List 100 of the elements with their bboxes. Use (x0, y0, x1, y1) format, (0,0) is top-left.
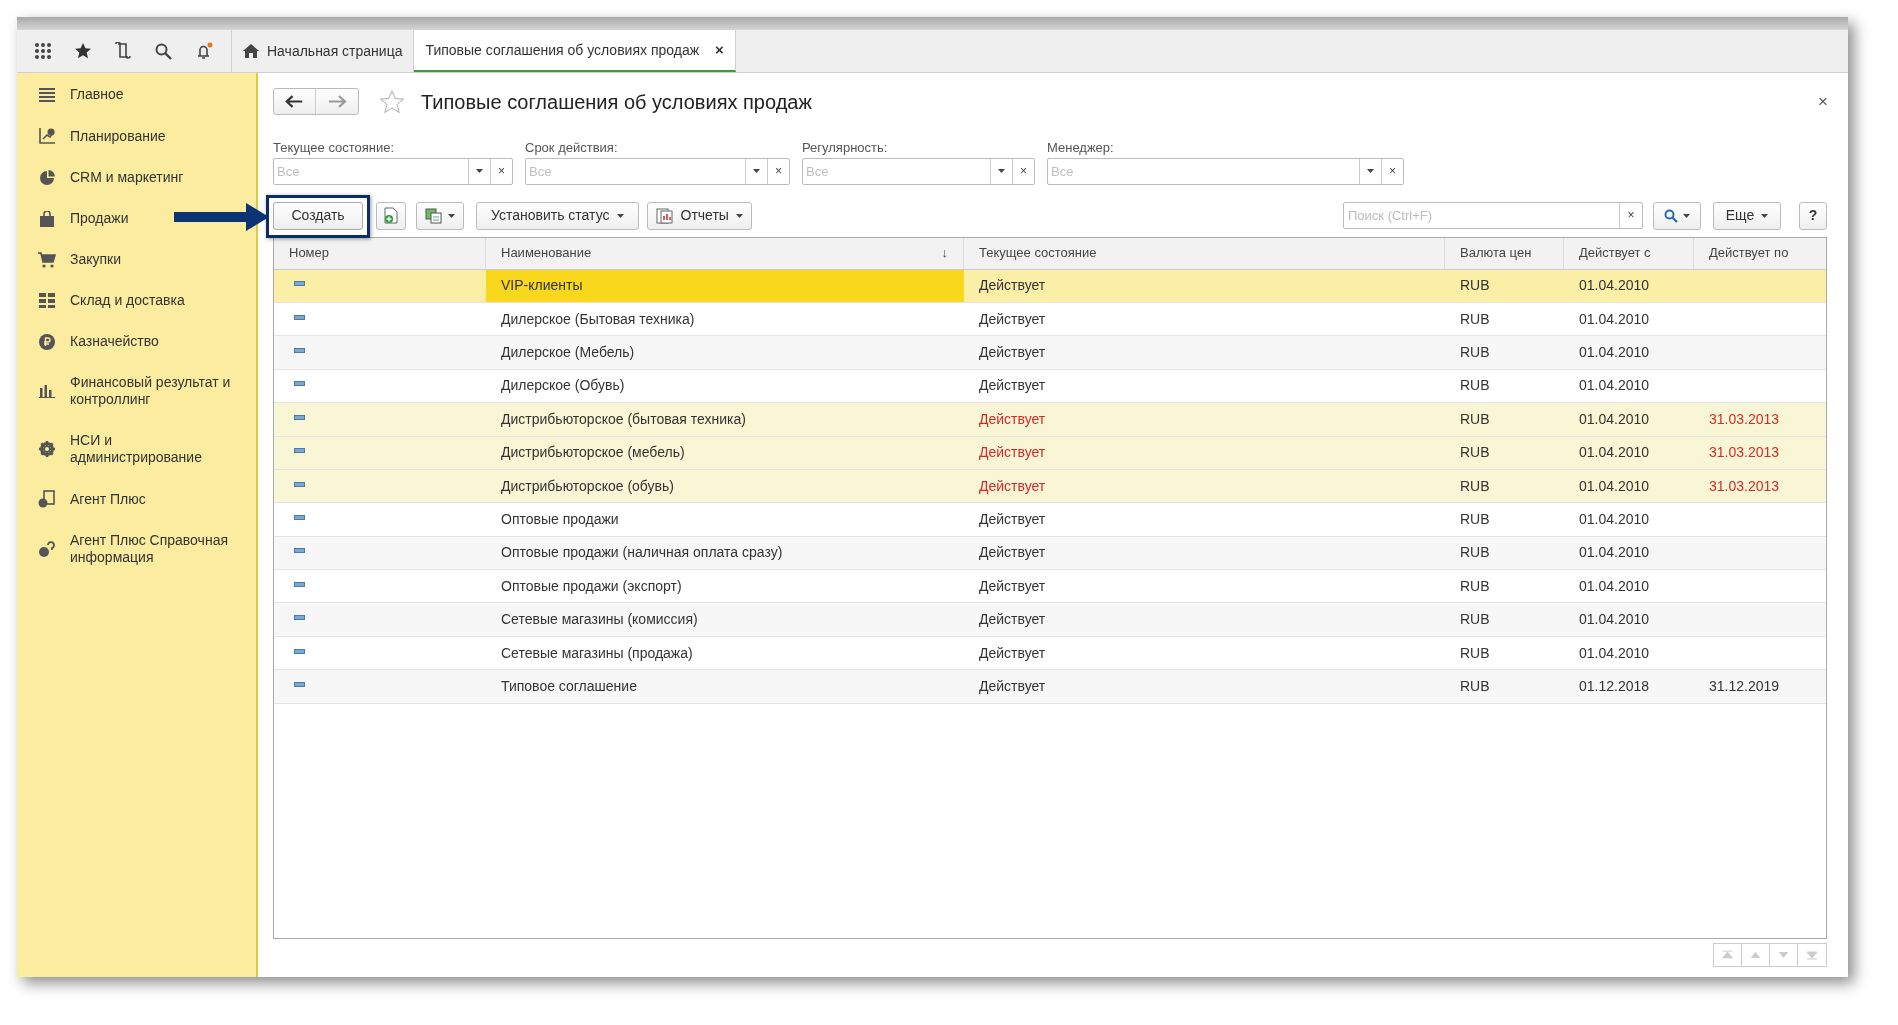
item-icon (294, 414, 305, 420)
history-icon[interactable] (115, 42, 132, 60)
table-row[interactable]: Оптовые продажи (наличная оплата сразу) Действует RUB 01.04.2010 (274, 536, 1826, 571)
report-icon (655, 207, 674, 224)
sidebar-item[interactable]: Продажи (17, 198, 133, 239)
copy-button[interactable] (416, 201, 464, 230)
grid-icon (39, 292, 55, 309)
caret-icon (753, 169, 760, 174)
table-cell-text: 31.03.2013 (1709, 443, 1780, 463)
table-cell-text: Действует (979, 610, 1046, 630)
filter-label: Регулярность: (802, 139, 889, 157)
table-cell-text: Дилерское (Бытовая техника) (501, 309, 695, 329)
table-row[interactable]: Дистрибьюторское (обувь) Действует RUB 01.04.2010 31.03.2013 (274, 469, 1826, 504)
sidebar-item[interactable]: Финансовый результат и контроллинг (17, 362, 246, 420)
sidebar-item[interactable]: Склад и доставка (17, 280, 189, 321)
bell-icon[interactable] (195, 42, 214, 60)
help-button[interactable]: ? (1799, 201, 1827, 230)
more-button[interactable]: Еще (1713, 201, 1781, 230)
cart-icon (38, 251, 56, 268)
filter-field[interactable]: Все × (273, 158, 513, 185)
table-row[interactable]: Дилерское (Мебель) Действует RUB 01.04.2010 (274, 336, 1826, 370)
table-cell-text: Дилерское (Мебель) (501, 343, 635, 363)
table-cell-text: RUB (1460, 309, 1490, 329)
tab[interactable]: Типовые соглашения об условиях продаж × (414, 30, 736, 72)
column-header[interactable]: Текущее состояние (964, 237, 1445, 269)
table-row[interactable]: Сетевые магазины (комиссия) Действует RUB 01.04.2010 (274, 603, 1826, 637)
table-cell-text: Оптовые продажи (экспорт) (501, 576, 682, 596)
clear-button[interactable]: × (1381, 159, 1403, 184)
sidebar-item[interactable]: Агент Плюс Справочная информация (17, 520, 246, 578)
item-icon (294, 348, 305, 354)
table-cell-text: 01.04.2010 (1579, 543, 1650, 563)
table-cell-text: Дистрибьюторское (мебель) (501, 443, 685, 463)
sidebar-item[interactable]: Агент Плюс (17, 478, 150, 520)
filter-field[interactable]: Все × (525, 158, 790, 185)
table-cell-text: Действует (979, 676, 1046, 696)
clear-button[interactable]: × (767, 159, 789, 184)
star-icon[interactable] (379, 89, 405, 115)
clear-button[interactable]: × (1619, 203, 1642, 229)
sidebar-item[interactable]: CRM и маркетинг (17, 157, 188, 198)
create-button[interactable]: Создать (273, 201, 363, 230)
table-cell-text: 01.04.2010 (1579, 643, 1650, 663)
column-header[interactable]: Наименование ↓ (486, 237, 964, 269)
help-icon (38, 540, 56, 558)
search-button[interactable] (1653, 201, 1701, 230)
filter-field[interactable]: Все × (802, 158, 1035, 185)
clear-button[interactable]: × (1012, 159, 1034, 184)
apps-grid-icon[interactable] (34, 43, 51, 59)
caret-icon (735, 213, 743, 218)
star-icon[interactable] (74, 42, 93, 60)
table-row[interactable]: VIP-клиенты Действует RUB 01.04.2010 (274, 269, 1826, 303)
sidebar-item[interactable]: Главное (17, 74, 128, 115)
sidebar-item[interactable]: Казначейство (17, 321, 163, 362)
form-title: Типовые соглашения об условиях продаж (421, 90, 812, 115)
table-cell-text: 01.04.2010 (1579, 510, 1650, 529)
column-header[interactable]: Действует с (1564, 237, 1694, 269)
table-cell-text: RUB (1460, 643, 1490, 663)
search-icon[interactable] (154, 42, 172, 60)
table-row[interactable]: Дистрибьюторское (мебель) Действует RUB 01.04.2010 31.03.2013 (274, 436, 1826, 470)
close-button[interactable]: × (1818, 89, 1828, 115)
table-cell-text: Действует (979, 510, 1046, 529)
document-add-icon (383, 207, 399, 225)
reports-button[interactable]: Отчеты (646, 201, 752, 230)
sidebar-item[interactable]: Закупки (17, 239, 126, 280)
table-row[interactable]: Дистрибьюторское (бытовая техника) Действует RUB 01.04.2010 31.03.2013 (274, 403, 1826, 437)
table-cell-text: Дистрибьюторское (бытовая техника) (501, 409, 746, 429)
gear-icon (39, 441, 55, 457)
table-cell-text: Действует (979, 409, 1046, 429)
table-cell-text: Действует (979, 543, 1046, 563)
caret-icon (1683, 213, 1690, 218)
caret-icon (1367, 169, 1374, 174)
table-cell-text: Действует (979, 376, 1046, 396)
search-field[interactable]: Поиск (Ctrl+F) × (1343, 202, 1643, 230)
table-cell-text: 01.04.2010 (1579, 443, 1650, 463)
table-cell-text: 01.04.2010 (1579, 376, 1650, 396)
table-cell-text: Действует (979, 309, 1046, 329)
table-cell-text: RUB (1460, 343, 1490, 363)
clear-button[interactable]: × (490, 159, 512, 184)
table-cell-text: 01.04.2010 (1579, 343, 1650, 363)
item-icon (294, 615, 305, 621)
sidebar-item[interactable]: Планирование (17, 115, 170, 157)
table-cell-text: 01.04.2010 (1579, 309, 1650, 329)
item-icon (294, 581, 305, 587)
set-status-button[interactable]: Установить статус (476, 201, 639, 230)
table-row[interactable]: Типовое соглашение Действует RUB 01.12.2018 31.12.2019 (274, 670, 1826, 704)
close-tab-button[interactable]: × (715, 38, 724, 62)
table-cell-text: Действует (979, 576, 1046, 596)
sidebar-item[interactable]: НСИ и администрирование (17, 420, 246, 478)
filter-field[interactable]: Все × (1047, 158, 1404, 185)
table-cell-text: RUB (1460, 443, 1490, 463)
item-icon (294, 281, 305, 287)
table-cell-text: RUB (1460, 276, 1490, 296)
item-icon (294, 515, 305, 520)
column-header[interactable]: Номер (274, 237, 486, 269)
item-icon (294, 448, 305, 454)
caret-icon (616, 213, 624, 218)
table-cell-text: Сетевые магазины (продажа) (501, 643, 693, 663)
table-cell-text: Оптовые продажи (501, 510, 619, 529)
add-document-button[interactable] (376, 201, 406, 230)
column-header[interactable]: Валюта цен (1445, 237, 1564, 269)
column-header[interactable]: Действует по (1694, 237, 1826, 269)
